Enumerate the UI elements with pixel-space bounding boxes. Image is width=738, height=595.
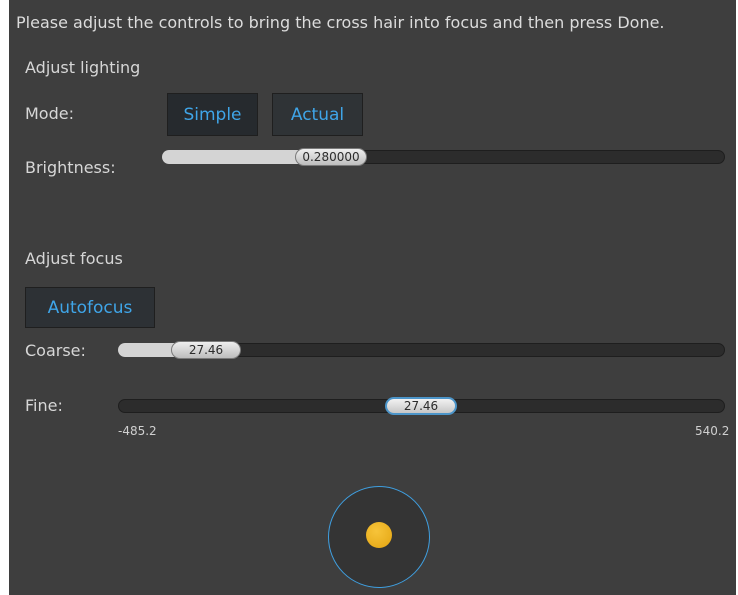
window-edge-left xyxy=(0,0,9,595)
fine-slider-thumb[interactable]: 27.46 xyxy=(385,397,457,415)
adjust-lighting-heading: Adjust lighting xyxy=(25,58,141,77)
brightness-label: Brightness: xyxy=(25,158,116,177)
autofocus-button[interactable]: Autofocus xyxy=(25,287,155,328)
brightness-slider-thumb[interactable]: 0.280000 xyxy=(295,148,367,166)
fine-min-label: -485.2 xyxy=(118,424,157,438)
adjust-focus-heading: Adjust focus xyxy=(25,249,123,268)
mode-label: Mode: xyxy=(25,104,74,123)
fine-max-label: 540.2 xyxy=(695,424,730,438)
mode-actual-button[interactable]: Actual xyxy=(272,93,363,136)
instruction-text: Please adjust the controls to bring the … xyxy=(16,13,665,32)
coarse-slider-thumb[interactable]: 27.46 xyxy=(171,341,241,359)
coarse-label: Coarse: xyxy=(25,341,86,360)
mode-simple-button[interactable]: Simple xyxy=(167,93,258,136)
crosshair-dot-icon xyxy=(366,522,392,548)
fine-label: Fine: xyxy=(25,396,63,415)
